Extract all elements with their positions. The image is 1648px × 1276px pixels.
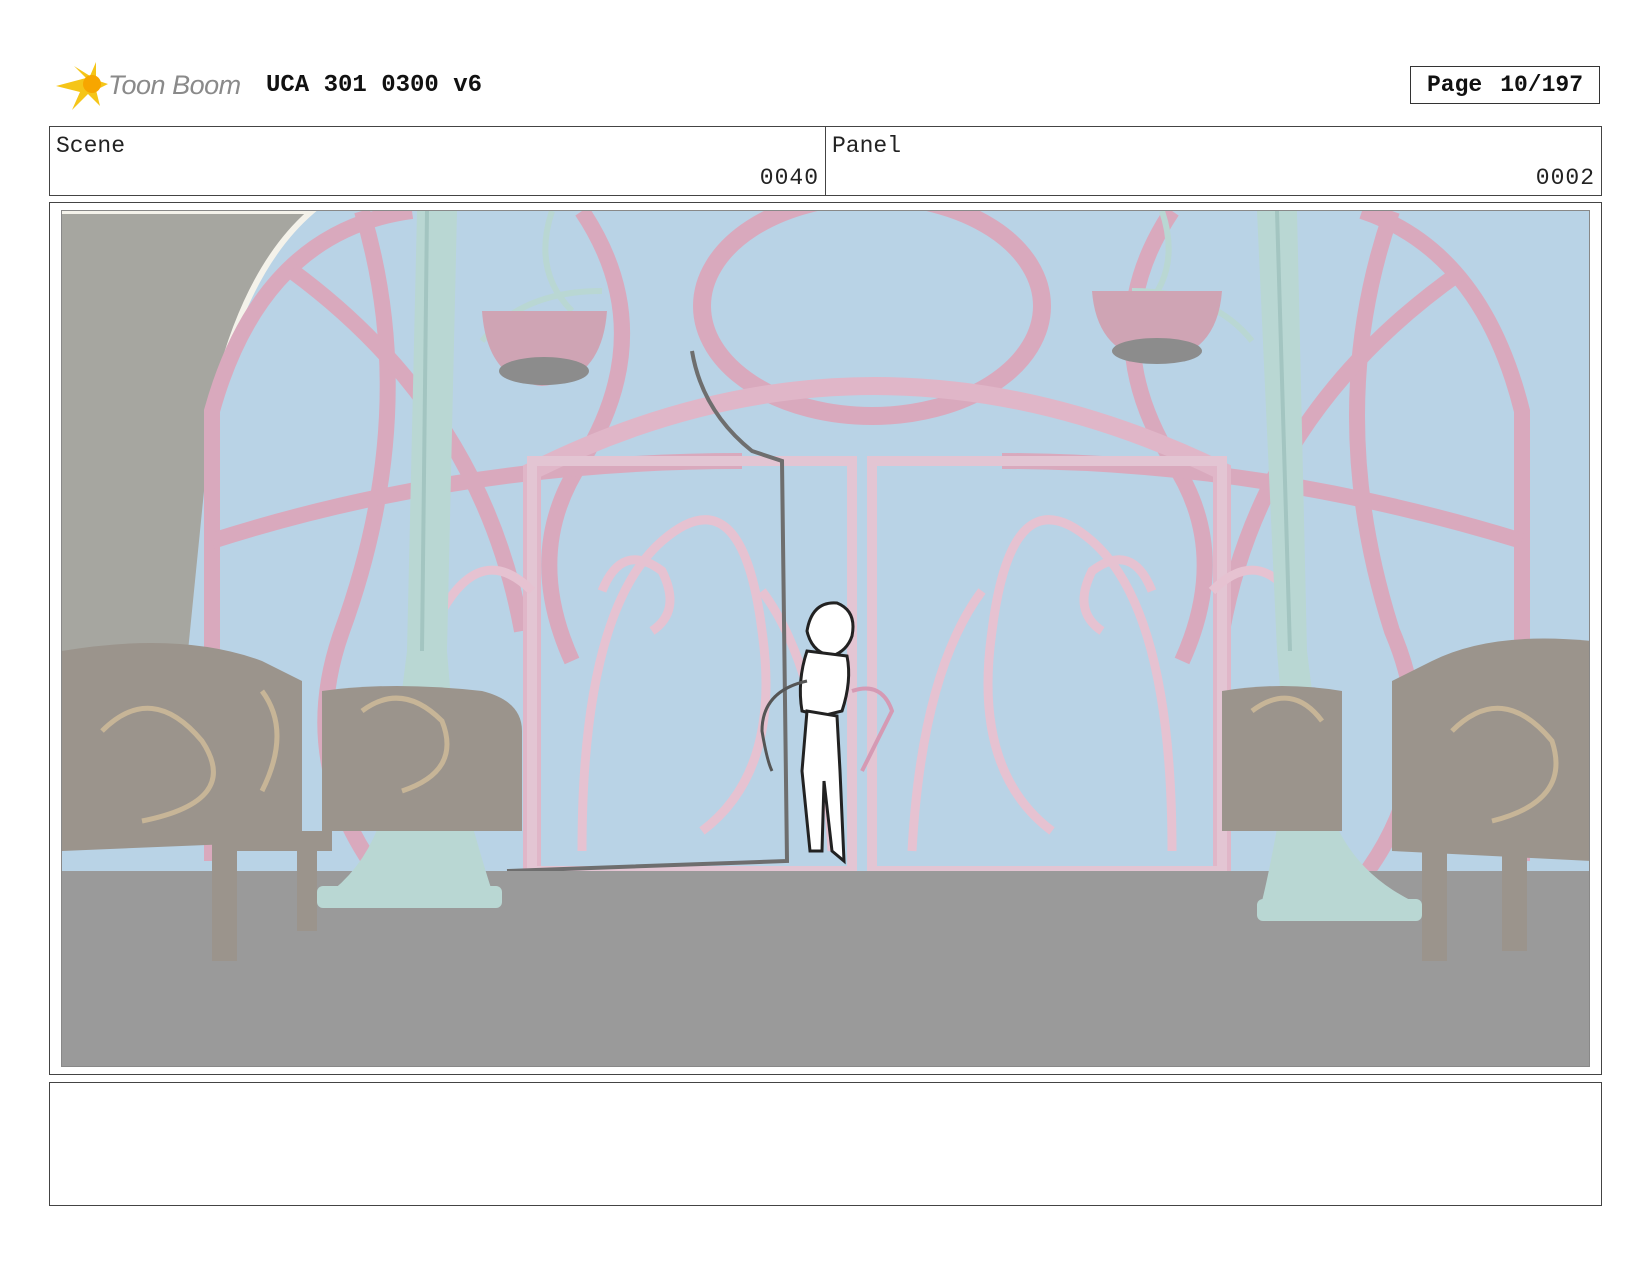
scene-panel-header: Scene 0040 Panel 0002 bbox=[49, 126, 1602, 196]
panel-cell: Panel 0002 bbox=[825, 127, 1601, 195]
logo-text: Toon Boom bbox=[108, 70, 241, 100]
page-label: Page bbox=[1426, 72, 1483, 98]
page-number: 10/197 bbox=[1500, 72, 1584, 98]
page-indicator: Page 10/197 bbox=[1410, 66, 1600, 104]
document-title: UCA 301 0300 v6 bbox=[266, 72, 483, 99]
scene-cell: Scene 0040 bbox=[50, 127, 825, 195]
panel-label: Panel bbox=[832, 133, 902, 159]
storyboard-panel-image bbox=[61, 210, 1590, 1067]
storyboard-drawing bbox=[62, 211, 1589, 1066]
panel-notes bbox=[49, 1082, 1602, 1206]
panel-value: 0002 bbox=[1535, 165, 1595, 191]
scene-value: 0040 bbox=[759, 165, 819, 191]
scene-label: Scene bbox=[56, 133, 126, 159]
